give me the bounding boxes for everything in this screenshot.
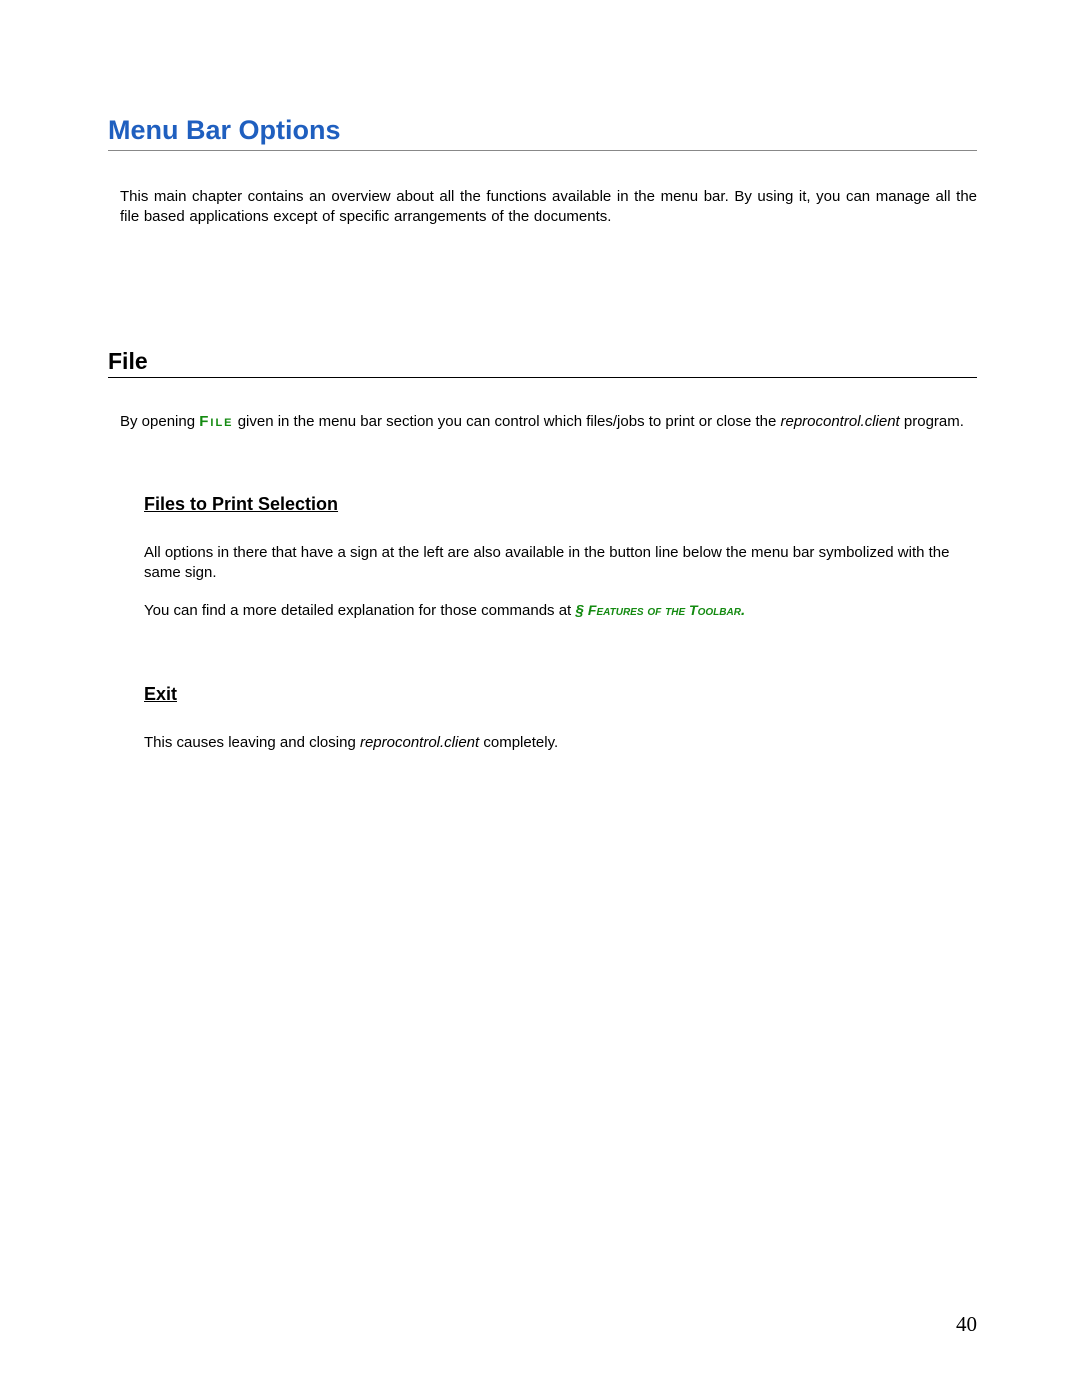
section-file-paragraph: By opening File given in the menu bar se…: [108, 412, 977, 432]
text-run: By opening: [120, 413, 199, 430]
text-run: You can find a more detailed explanation…: [144, 602, 575, 619]
files-to-print-paragraph-2: You can find a more detailed explanation…: [144, 601, 977, 621]
text-run: This causes leaving and closing: [144, 734, 360, 751]
files-to-print-paragraph-1: All options in there that have a sign at…: [144, 543, 977, 584]
cross-ref-toolbar-features[interactable]: Features of the Toolbar: [588, 602, 741, 618]
subsection-heading-exit: Exit: [144, 684, 977, 705]
document-page: Menu Bar Options This main chapter conta…: [0, 0, 1080, 1397]
text-run: program.: [904, 413, 964, 430]
program-name: reprocontrol.client: [360, 734, 479, 751]
subsection-heading-files-to-print: Files to Print Selection: [144, 494, 977, 515]
cross-ref-symbol: §: [575, 602, 588, 619]
chapter-intro: This main chapter contains an overview a…: [108, 187, 977, 228]
program-name: reprocontrol.client: [780, 413, 899, 430]
section-heading-file-text: File: [108, 348, 148, 375]
text-run: given in the menu bar section you can co…: [238, 413, 781, 430]
menu-command-file: File: [199, 413, 233, 430]
page-number: 40: [956, 1312, 977, 1337]
text-run: completely.: [483, 734, 558, 751]
cross-ref-terminator: .: [741, 602, 745, 619]
chapter-title: Menu Bar Options: [108, 115, 977, 151]
exit-paragraph: This causes leaving and closing reprocon…: [144, 733, 977, 753]
section-heading-file: File: [108, 348, 977, 378]
